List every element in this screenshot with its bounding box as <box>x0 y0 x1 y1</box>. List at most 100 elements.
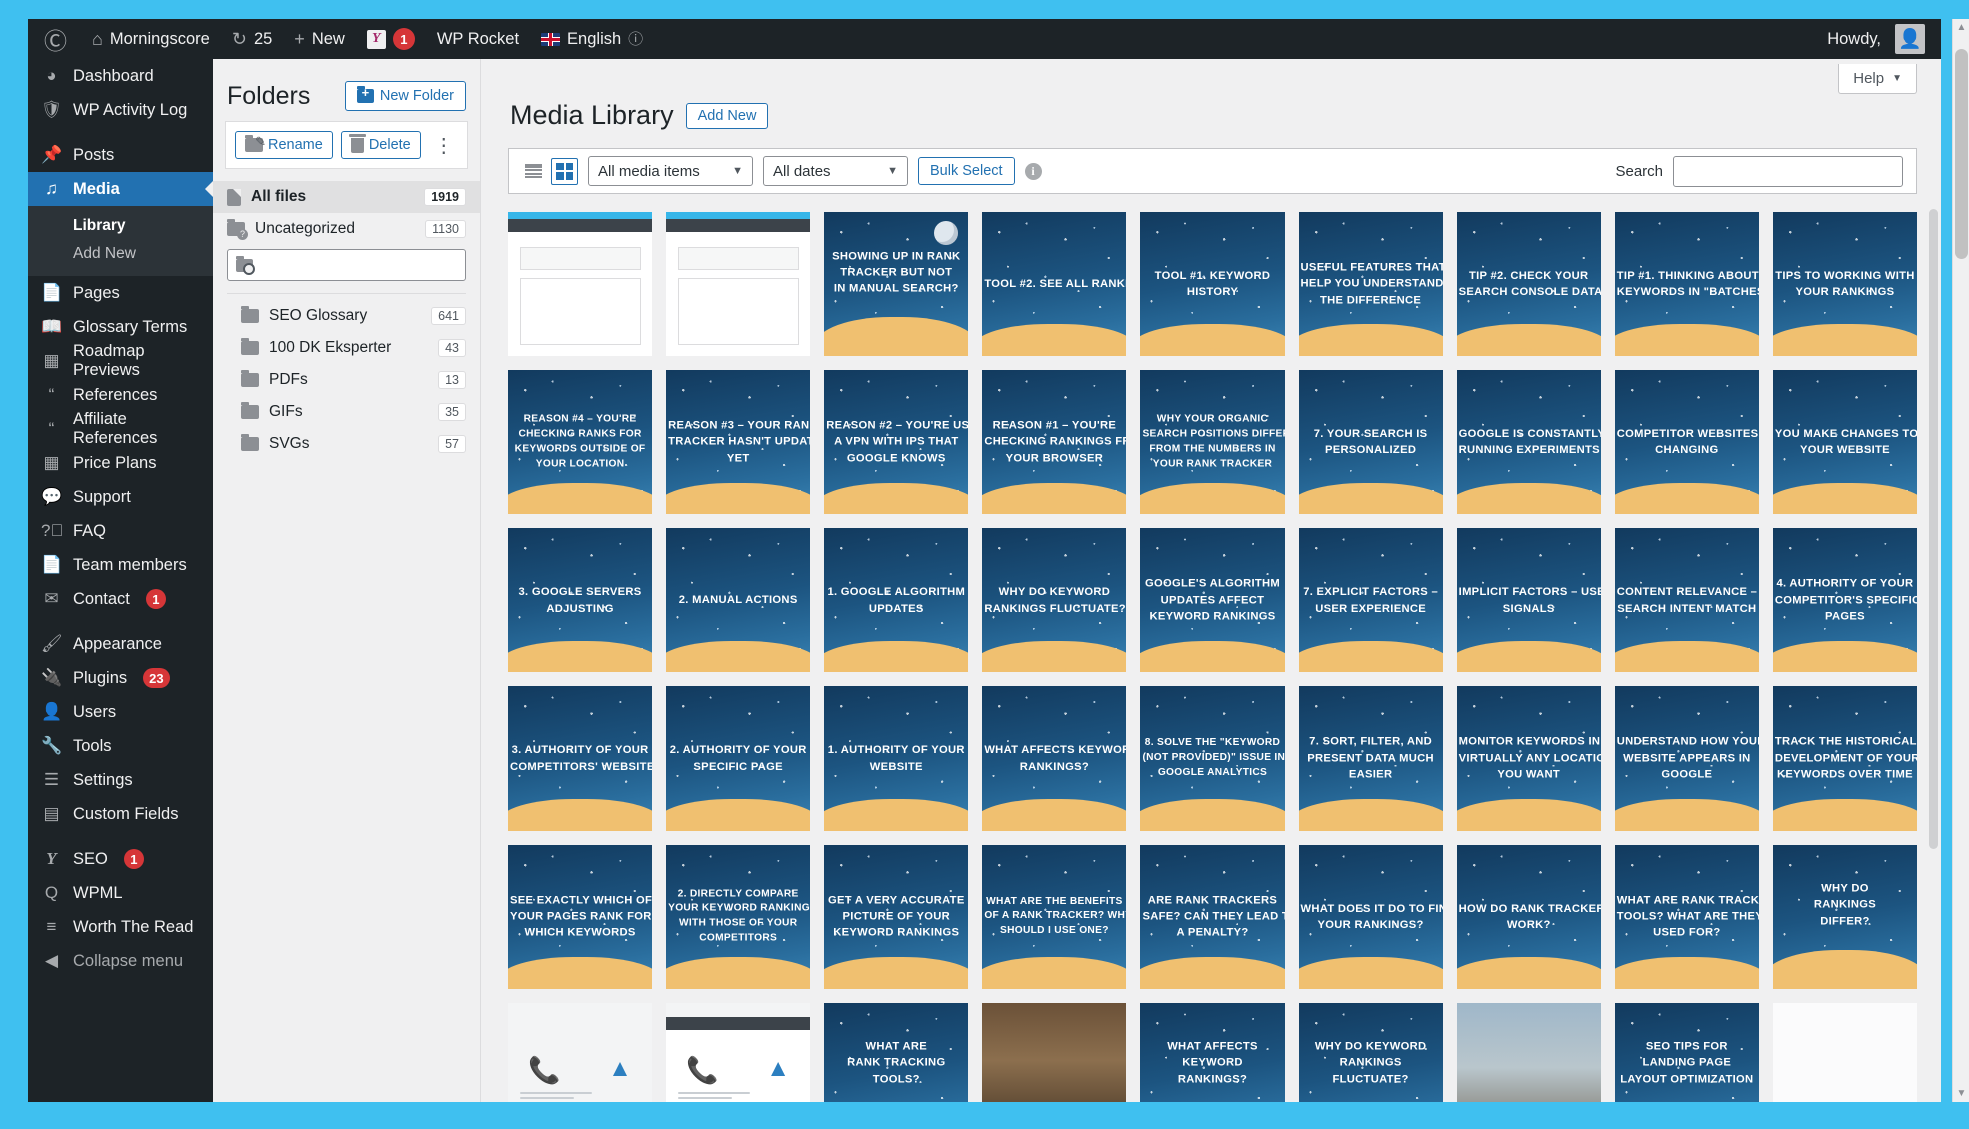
folder-item-100-dk-eksperter[interactable]: 100 DK Eksperter 43 <box>213 332 480 364</box>
new-folder-button[interactable]: New Folder <box>344 81 466 111</box>
scroll-up-arrow[interactable]: ▲ <box>1953 19 1969 36</box>
sidebar-item-dashboard[interactable]: ◕ Dashboard <box>28 59 213 93</box>
media-grid-item[interactable]: 2. DIRECTLY COMPARE YOUR KEYWORD RANKINGS… <box>666 844 811 989</box>
sidebar-item-seo[interactable]: Y SEO 1 <box>28 842 213 876</box>
media-grid-item[interactable]: WHY DO KEYWORD RANKINGS FLUCTUATE? <box>982 528 1127 673</box>
delete-folder-button[interactable]: Delete <box>340 131 421 159</box>
media-grid-item[interactable]: SEO TIPS FOR LANDING PAGE LAYOUT OPTIMIZAT… <box>1614 1002 1759 1102</box>
media-grid-item[interactable] <box>982 1002 1127 1102</box>
sidebar-item-faq[interactable]: ?⃝ FAQ <box>28 514 213 548</box>
grid-view-button[interactable] <box>551 157 578 185</box>
sidebar-item-contact[interactable]: ✉ Contact 1 <box>28 582 213 616</box>
media-grid-item[interactable]: WHAT AFFECTS KEYWORD RANKINGS? <box>1140 1002 1285 1102</box>
media-grid-item[interactable]: 1. GOOGLE ALGORITHM UPDATES <box>824 528 969 673</box>
avatar[interactable]: 👤 <box>1895 24 1925 54</box>
media-grid-item[interactable]: 📞 ▲ <box>508 1002 653 1102</box>
new-content-menu[interactable]: + New <box>283 19 356 59</box>
media-grid-item[interactable]: ARE RANK TRACKERS SAFE? CAN THEY LEAD TO A… <box>1140 844 1285 989</box>
sidebar-item-wp-activity-log[interactable]: 🛡 WP Activity Log <box>28 93 213 127</box>
media-grid-item[interactable]: WHAT DOES IT DO TO FIND YOUR RANKINGS? <box>1298 844 1443 989</box>
collapse-menu-button[interactable]: ◀ Collapse menu <box>28 944 213 978</box>
media-scrollbar[interactable] <box>1929 209 1938 849</box>
media-grid-item[interactable]: REASON #4 – YOU'RE CHECKING RANKS FOR KEYW… <box>508 370 653 515</box>
media-grid-item[interactable]: TIPS TO WORKING WITH YOUR RANKINGS <box>1772 212 1917 357</box>
folder-search-input[interactable] <box>259 257 457 273</box>
media-grid-item[interactable]: SEE EXACTLY WHICH OF YOUR PAGES RANK FOR W… <box>508 844 653 989</box>
folder-item-pdfs[interactable]: PDFs 13 <box>213 364 480 396</box>
media-grid-item[interactable]: TIP #2. CHECK YOUR SEARCH CONSOLE DATA <box>1456 212 1601 357</box>
folder-item-uncategorized[interactable]: Uncategorized 1130 <box>213 213 480 245</box>
media-grid-item[interactable]: CONTENT RELEVANCE – SEARCH INTENT MATCH <box>1614 528 1759 673</box>
media-grid-item[interactable]: GOOGLE'S ALGORITHM UPDATES AFFECT KEYWORD … <box>1140 528 1285 673</box>
media-grid-item[interactable]: GET A VERY ACCURATE PICTURE OF YOUR KEYWOR… <box>824 844 969 989</box>
sidebar-item-plugins[interactable]: 🔌 Plugins 23 <box>28 661 213 695</box>
info-icon[interactable]: i <box>1024 162 1042 180</box>
media-grid-item[interactable]: 7. SORT, FILTER, AND PRESENT DATA MUCH EAS… <box>1298 686 1443 831</box>
sidebar-item-appearance[interactable]: 🖌 Appearance <box>28 627 213 661</box>
media-grid-item[interactable] <box>1456 1002 1601 1102</box>
sidebar-item-price-plans[interactable]: ▦ Price Plans <box>28 446 213 480</box>
media-grid-item[interactable]: MONITOR KEYWORDS IN VIRTUALLY ANY LOCATIO… <box>1456 686 1601 831</box>
media-grid-item[interactable]: 8. SOLVE THE "KEYWORD (NOT PROVIDED)" ISS… <box>1140 686 1285 831</box>
kebab-menu-icon[interactable]: ⋮ <box>429 133 459 158</box>
language-menu[interactable]: English ⓘ <box>530 19 654 59</box>
sidebar-item-worth-the-read[interactable]: ≡ Worth The Read <box>28 910 213 944</box>
add-new-button[interactable]: Add New <box>685 102 769 129</box>
submenu-item-add-new[interactable]: Add New <box>28 240 213 268</box>
submenu-item-library[interactable]: Library <box>28 212 213 240</box>
sidebar-item-tools[interactable]: 🔧 Tools <box>28 729 213 763</box>
media-grid-item[interactable]: 4. AUTHORITY OF YOUR COMPETITOR'S SPECIFI… <box>1772 528 1917 673</box>
page-scrollbar[interactable]: ▲ ▼ <box>1952 19 1969 1102</box>
media-grid-item[interactable]: 7. EXPLICIT FACTORS – USER EXPERIENCE <box>1298 528 1443 673</box>
sidebar-item-glossary-terms[interactable]: 📖 Glossary Terms <box>28 310 213 344</box>
media-grid-item[interactable]: 1. AUTHORITY OF YOUR WEBSITE <box>824 686 969 831</box>
search-input[interactable] <box>1673 155 1903 187</box>
media-grid-item[interactable]: WHAT AFFECTS KEYWORD RANKINGS? <box>982 686 1127 831</box>
media-grid-item[interactable]: GOOGLE IS CONSTANTLY RUNNING EXPERIMENTS <box>1456 370 1601 515</box>
media-grid-item[interactable]: TRACK THE HISTORICAL DEVELOPMENT OF YOUR K… <box>1772 686 1917 831</box>
media-grid-item[interactable]: WHAT ARE RANK TRACKING TOOLS? <box>824 1002 969 1102</box>
date-filter[interactable]: All dates ▼ <box>763 156 908 186</box>
media-grid-item[interactable] <box>508 212 653 357</box>
sidebar-item-pages[interactable]: 📄 Pages <box>28 276 213 310</box>
media-grid-item[interactable]: 3. AUTHORITY OF YOUR COMPETITORS' WEBSITE… <box>508 686 653 831</box>
updates-menu[interactable]: ↻ 25 <box>221 19 283 59</box>
sidebar-item-support[interactable]: 💬 Support <box>28 480 213 514</box>
wp-rocket-menu[interactable]: WP Rocket <box>426 19 530 59</box>
media-grid-item[interactable]: REASON #2 – YOU'RE USINGA VPN WITH IPS T… <box>824 370 969 515</box>
media-grid-item[interactable]: COMPETITOR WEBSITES CHANGING <box>1614 370 1759 515</box>
media-grid-item[interactable]: WHY DO KEYWORD RANKINGS FLUCTUATE? <box>1298 1002 1443 1102</box>
folder-item-all-files[interactable]: All files 1919 <box>213 181 480 213</box>
sidebar-item-wpml[interactable]: Q WPML <box>28 876 213 910</box>
folder-item-svgs[interactable]: SVGs 57 <box>213 428 480 460</box>
folder-item-gifs[interactable]: GIFs 35 <box>213 396 480 428</box>
media-grid-item[interactable]: 2. MANUAL ACTIONS <box>666 528 811 673</box>
media-grid-item[interactable]: USEFUL FEATURES THAT HELP YOU UNDERSTAND T… <box>1298 212 1443 357</box>
media-grid-item[interactable]: WHY DO RANKINGS DIFFER? <box>1772 844 1917 989</box>
scrollbar-thumb[interactable] <box>1955 49 1968 259</box>
sidebar-item-posts[interactable]: 📌 Posts <box>28 138 213 172</box>
media-grid-item[interactable]: REASON #3 – YOUR RANK TRACKER HASN'T UPDA… <box>666 370 811 515</box>
sidebar-item-custom-fields[interactable]: ▤ Custom Fields <box>28 797 213 831</box>
sidebar-item-roadmap-previews[interactable]: ▦ Roadmap Previews <box>28 342 213 379</box>
help-tab-button[interactable]: Help ▼ <box>1838 64 1917 94</box>
media-grid-item[interactable]: TIP #1. THINKING ABOUT KEYWORDS IN "BATCH… <box>1614 212 1759 357</box>
media-grid-item[interactable]: 3. GOOGLE SERVERS ADJUSTING <box>508 528 653 673</box>
media-grid-item[interactable]: 2. AUTHORITY OF YOUR SPECIFIC PAGE <box>666 686 811 831</box>
media-grid-item[interactable]: WHY YOUR ORGANIC SEARCH POSITIONS DIFFER F… <box>1140 370 1285 515</box>
media-grid-item[interactable]: IMPLICIT FACTORS – USER SIGNALS <box>1456 528 1601 673</box>
media-grid-item[interactable]: TOOL #1. KEYWORD HISTORY <box>1140 212 1285 357</box>
sidebar-item-affiliate-references[interactable]: “ Affiliate References <box>28 410 213 447</box>
site-name-menu[interactable]: ⌂ Morningscore <box>81 19 221 59</box>
wordpress-logo-icon[interactable]: Ⓒ <box>28 19 81 59</box>
scroll-down-arrow[interactable]: ▼ <box>1953 1085 1969 1102</box>
folder-item-seo-glossary[interactable]: SEO Glossary 641 <box>213 300 480 332</box>
media-grid-item[interactable] <box>666 212 811 357</box>
list-view-button[interactable] <box>520 158 547 185</box>
sidebar-item-media[interactable]: ♫ Media <box>28 172 213 206</box>
sidebar-item-users[interactable]: 👤 Users <box>28 695 213 729</box>
yoast-seo-menu[interactable]: Y 1 <box>356 19 426 59</box>
media-grid-item[interactable]: HOW DO RANK TRACKERS WORK? <box>1456 844 1601 989</box>
bulk-select-button[interactable]: Bulk Select <box>918 157 1015 185</box>
media-grid-item[interactable]: WHAT ARE RANK TRACKINGTOOLS? WHAT ARE TH… <box>1614 844 1759 989</box>
